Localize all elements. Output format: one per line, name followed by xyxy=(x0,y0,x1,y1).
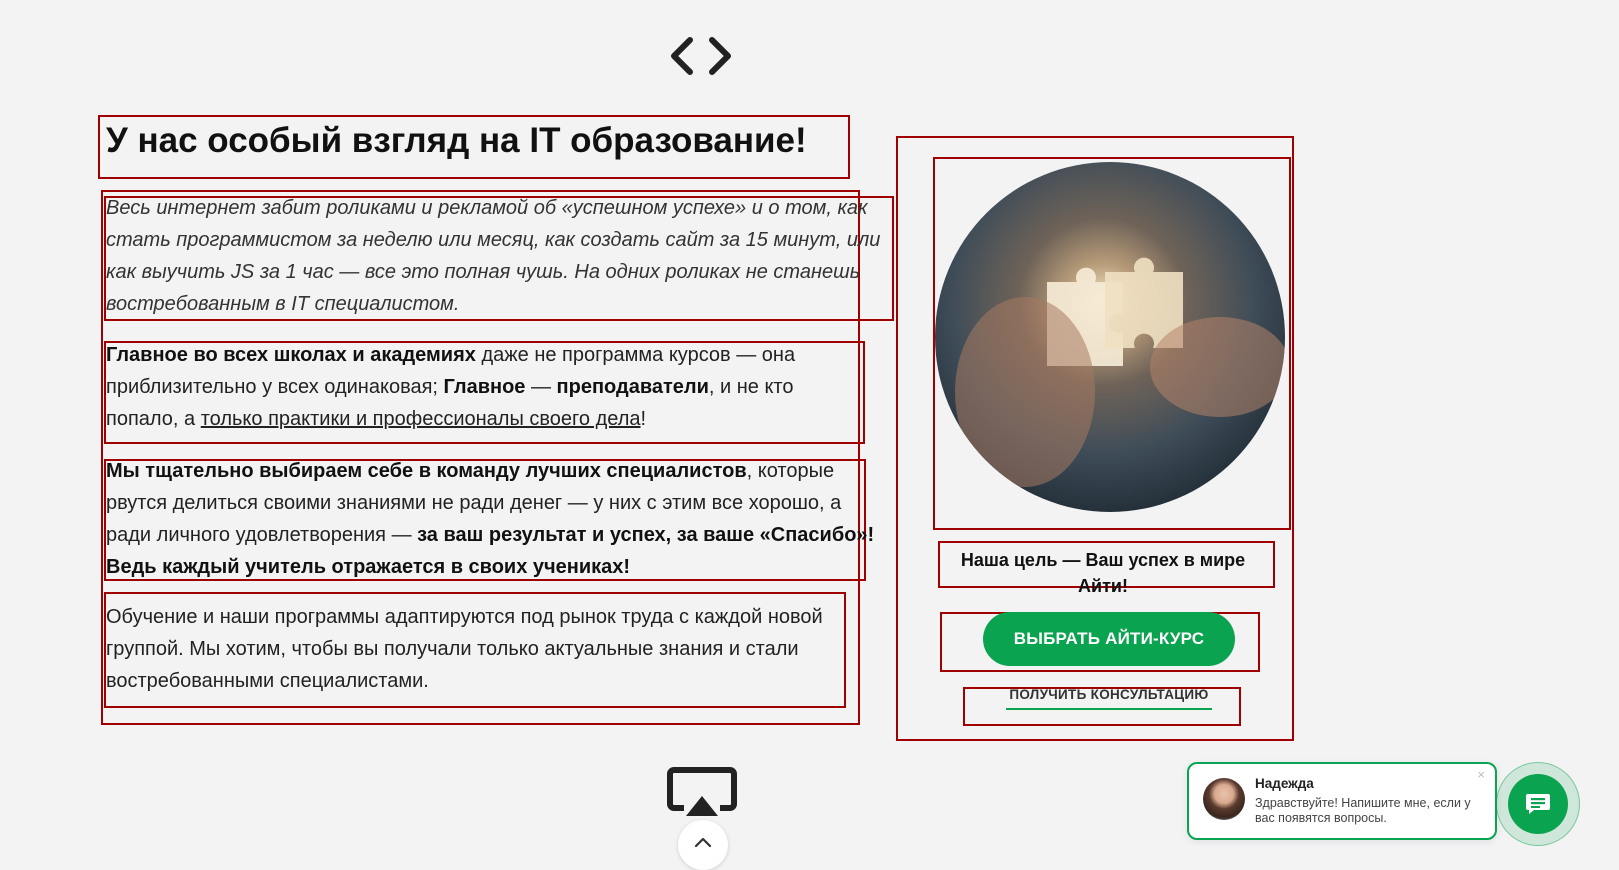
bold-text: Мы тщательно выбираем себе в команду луч… xyxy=(106,460,747,482)
teachers-paragraph: Главное во всех школах и академиях даже … xyxy=(106,339,866,435)
get-consultation-link[interactable]: ПОЛУЧИТЬ КОНСУЛЬТАЦИЮ xyxy=(1006,686,1212,710)
puzzle-hands-image xyxy=(935,162,1285,512)
bold-text: преподаватели xyxy=(556,376,709,398)
close-icon[interactable]: × xyxy=(1477,768,1485,782)
code-brackets-icon xyxy=(671,37,731,75)
underlined-text: только практики и профессионалы своего д… xyxy=(200,408,641,430)
screen-cast-icon xyxy=(667,767,737,816)
plain-text: — xyxy=(525,376,557,398)
plain-text: ! xyxy=(640,408,647,430)
bold-text: Главное xyxy=(443,376,526,398)
intro-paragraph: Весь интернет забит роликами и рекламой … xyxy=(106,197,881,315)
chat-message: Здравствуйте! Напишите мне, если у вас п… xyxy=(1255,796,1471,825)
goal-text: Наша цель — Ваш успех в мире Айти! xyxy=(960,550,1246,596)
page-title: У нас особый взгляд на IT образование! xyxy=(106,121,807,160)
bold-text: Главное во всех школах и академиях xyxy=(106,344,476,366)
programs-paragraph: Обучение и наши программы адаптируются п… xyxy=(106,606,823,692)
puzzle-pieces-icon xyxy=(955,257,1285,487)
chat-message-icon xyxy=(1526,794,1550,814)
chat-launcher-button[interactable] xyxy=(1508,774,1568,834)
chat-greeting-bubble[interactable]: Надежда Здравствуйте! Напишите мне, если… xyxy=(1187,762,1497,840)
choose-course-button[interactable]: ВЫБРАТЬ АЙТИ-КУРС xyxy=(983,612,1235,666)
avatar xyxy=(1203,778,1245,820)
team-paragraph: Мы тщательно выбираем себе в команду луч… xyxy=(106,455,876,583)
scroll-up-button[interactable] xyxy=(678,820,728,870)
chevron-up-icon xyxy=(694,837,712,848)
chat-agent-name: Надежда xyxy=(1255,776,1314,791)
